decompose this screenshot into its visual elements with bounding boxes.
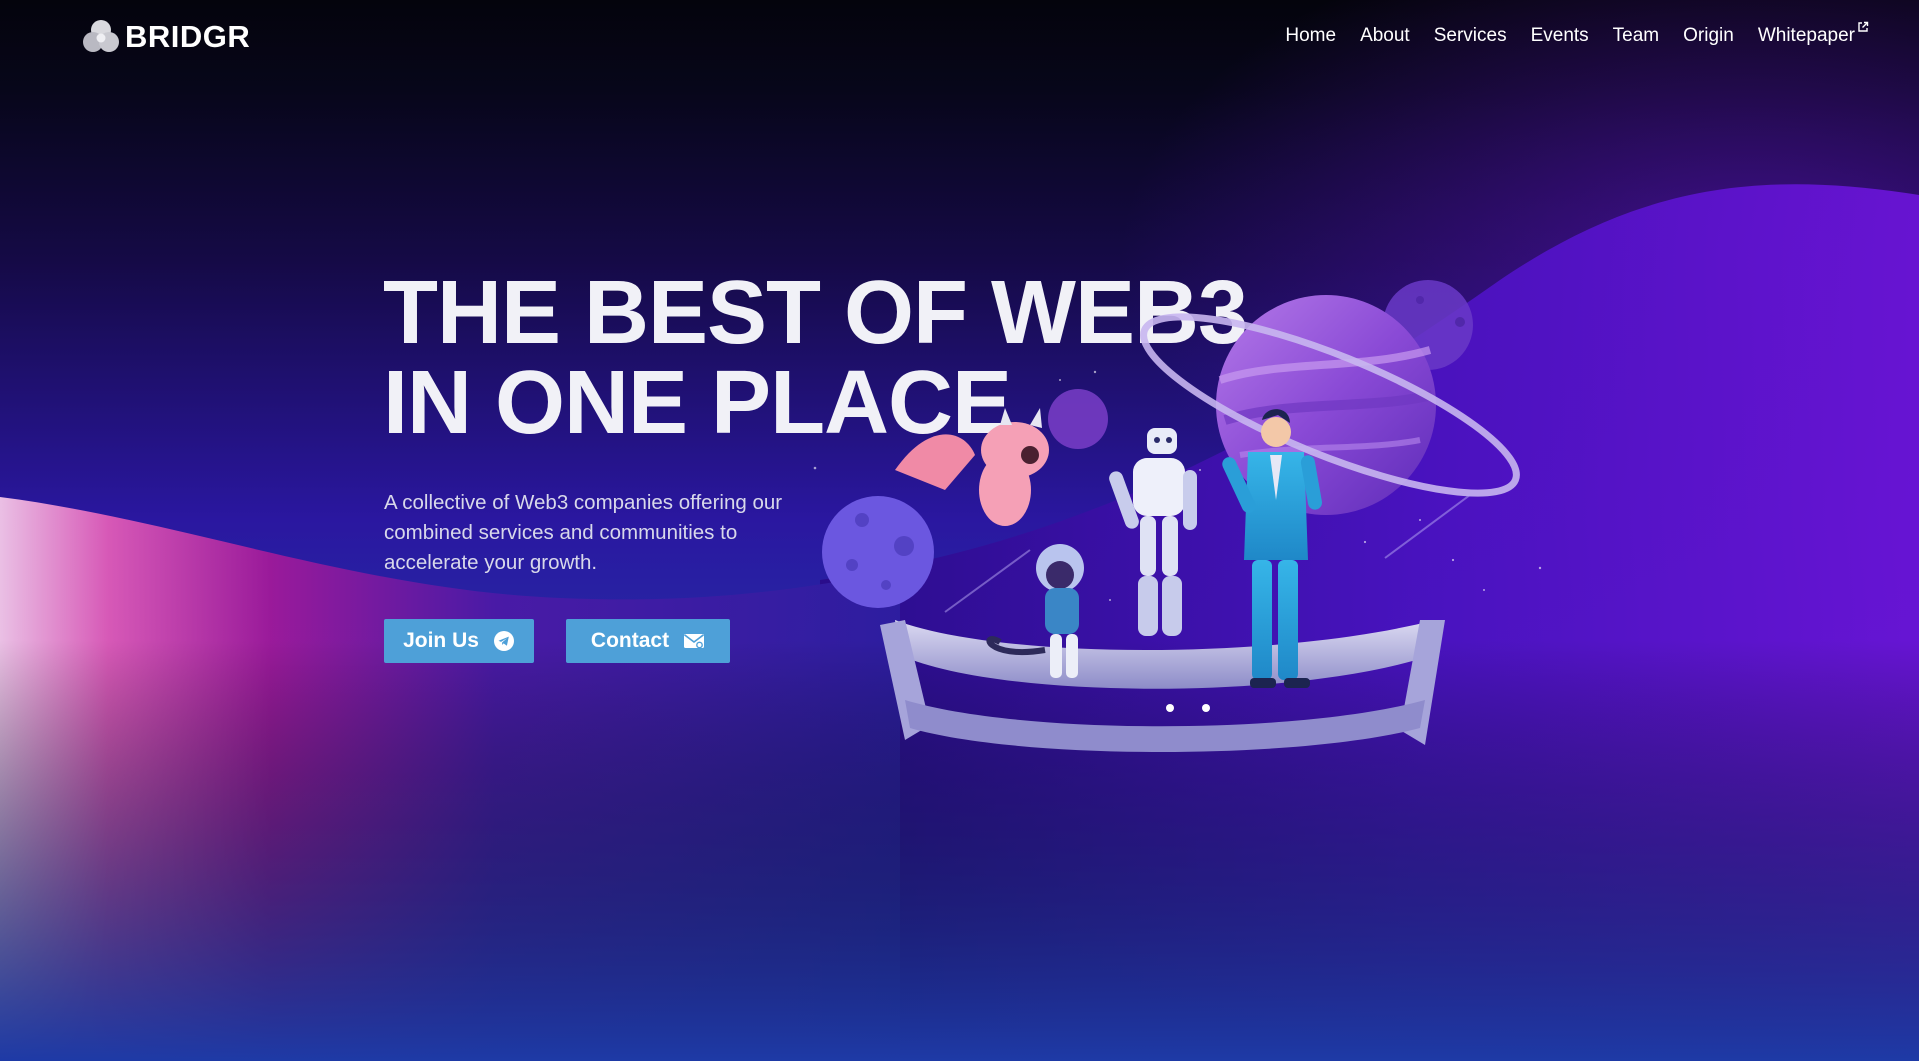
hero-illustration [822, 280, 1520, 752]
hero-subtitle: A collective of Web3 companies offering … [384, 491, 783, 574]
planet-small [1048, 389, 1108, 449]
telegram-icon [493, 631, 514, 651]
join-us-label: Join Us [403, 629, 479, 652]
nav-home[interactable]: Home [1285, 24, 1336, 48]
contact-button[interactable]: Contact [566, 619, 730, 663]
main-menu: Home About Services Events Team Origin W… [1285, 21, 1869, 48]
join-us-button[interactable]: Join Us [384, 619, 534, 663]
pink-dragon [895, 408, 1049, 526]
nav-origin[interactable]: Origin [1683, 24, 1734, 48]
bridge-platform [880, 620, 1445, 752]
nav-events[interactable]: Events [1531, 24, 1589, 48]
external-link-icon [1858, 21, 1869, 32]
brand-logo[interactable]: BRIDGR [82, 18, 250, 54]
nav-whitepaper[interactable]: Whitepaper [1757, 21, 1869, 48]
nav-services[interactable]: Services [1434, 24, 1507, 48]
contact-label: Contact [590, 629, 670, 652]
nav-about[interactable]: About [1360, 24, 1410, 48]
cratered-moon [822, 496, 934, 608]
nav-team[interactable]: Team [1613, 24, 1659, 48]
robot [1109, 428, 1197, 636]
nav-whitepaper-label: Whitepaper [1757, 25, 1855, 46]
brand-name: BRIDGR [125, 18, 251, 54]
mail-icon [684, 634, 705, 649]
bridgr-logo-icon [83, 20, 119, 52]
top-navbar: BRIDGR Home About Services Events Team O… [0, 0, 1919, 72]
